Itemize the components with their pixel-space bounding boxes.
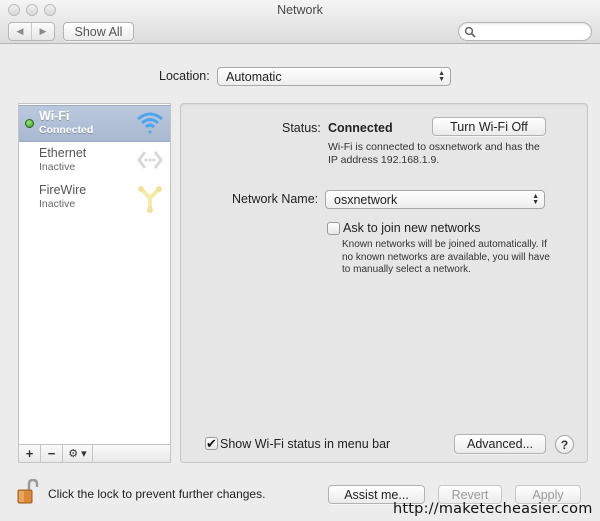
location-label: Location:	[159, 69, 210, 83]
updown-arrows-icon: ▲ ▼	[532, 192, 539, 206]
status-description: Wi-Fi is connected to osxnetwork and has…	[328, 141, 540, 166]
unlocked-lock-icon[interactable]	[16, 479, 42, 505]
wifi-icon	[137, 112, 163, 134]
forward-arrow-icon: ▶	[39, 26, 47, 36]
search-icon	[464, 26, 476, 38]
back-arrow-icon: ◀	[16, 26, 24, 36]
updown-arrows-icon: ▲ ▼	[438, 69, 445, 83]
watermark-text: http://maketecheasier.com	[393, 501, 593, 517]
advanced-button[interactable]: Advanced...	[454, 434, 546, 454]
location-select[interactable]: Automatic ▲ ▼	[217, 67, 451, 86]
forward-button[interactable]: ▶	[32, 23, 54, 40]
back-button[interactable]: ◀	[9, 23, 32, 40]
service-name: Ethernet	[39, 146, 87, 160]
action-menu-button[interactable]: ⚙ ▾	[63, 445, 93, 462]
lock-message: Click the lock to prevent further change…	[48, 487, 266, 501]
show-all-button[interactable]: Show All	[63, 22, 134, 41]
turn-wifi-off-button[interactable]: Turn Wi-Fi Off	[432, 117, 546, 136]
firewire-icon	[138, 186, 162, 213]
status-value: Connected	[328, 121, 393, 135]
network-name-select[interactable]: osxnetwork ▲ ▼	[325, 190, 545, 209]
service-item-ethernet[interactable]: Ethernet Inactive	[19, 143, 170, 180]
service-state: Connected	[39, 124, 94, 136]
nav-segmented-control: ◀ ▶	[8, 22, 55, 41]
service-item-firewire[interactable]: FireWire Inactive	[19, 180, 170, 217]
ask-join-checkbox[interactable]	[327, 222, 340, 235]
service-state: Inactive	[39, 198, 76, 210]
ask-join-label[interactable]: Ask to join new networks	[343, 221, 481, 235]
network-name-value: osxnetwork	[334, 192, 398, 207]
search-input[interactable]	[458, 22, 592, 41]
show-status-label[interactable]: Show Wi-Fi status in menu bar	[220, 437, 390, 451]
help-icon: ?	[560, 437, 569, 452]
network-name-label: Network Name:	[232, 192, 319, 206]
window-title: Network	[277, 3, 323, 17]
service-list-toolbar: + − ⚙ ▾	[19, 444, 170, 462]
service-item-wifi[interactable]: Wi-Fi Connected	[19, 105, 170, 142]
connected-status-icon	[25, 119, 34, 128]
service-list: Wi-Fi Connected Ethernet Inactive FireWi…	[18, 103, 171, 463]
remove-service-button[interactable]: −	[41, 445, 63, 462]
service-state: Inactive	[39, 161, 76, 173]
add-service-button[interactable]: +	[19, 445, 41, 462]
status-label: Status:	[282, 121, 321, 135]
show-status-checkbox[interactable]: ✔	[205, 437, 218, 450]
ask-join-description: Known networks will be joined automatica…	[342, 239, 550, 275]
ethernet-icon	[137, 151, 163, 169]
service-name: Wi-Fi	[39, 109, 70, 123]
service-name: FireWire	[39, 183, 87, 197]
checkmark-icon: ✔	[206, 435, 217, 451]
help-button[interactable]: ?	[555, 435, 574, 454]
window-titlebar: Network ◀ ▶ Show All	[0, 0, 600, 44]
location-value: Automatic	[226, 69, 282, 84]
